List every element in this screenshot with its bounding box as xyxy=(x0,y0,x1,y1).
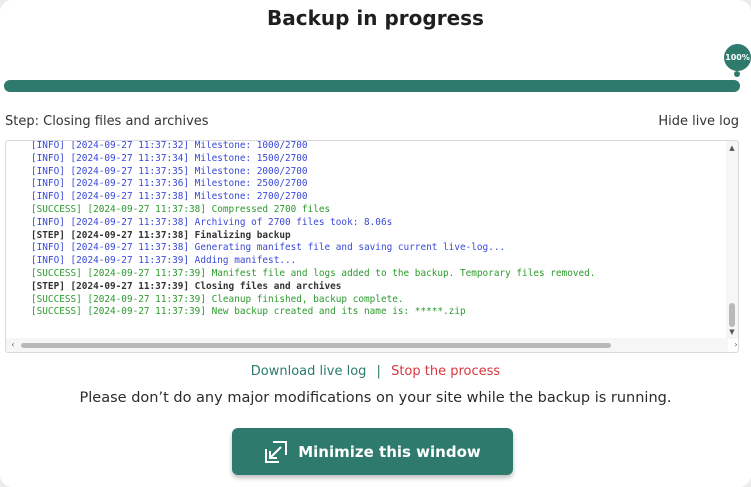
log-line: [SUCCESS] [2024-09-27 11:37:39] Cleanup … xyxy=(31,293,404,305)
log-line: [SUCCESS] [2024-09-27 11:37:39] Manifest… xyxy=(31,267,596,279)
minimize-button-label: Minimize this window xyxy=(298,442,481,461)
log-line: [INFO] [2024-09-27 11:37:35] Milestone: … xyxy=(31,165,308,177)
minimize-window-button[interactable]: Minimize this window xyxy=(232,428,513,475)
minimize-arrow-icon xyxy=(265,440,288,463)
stop-process-link[interactable]: Stop the process xyxy=(391,364,500,379)
log-actions: Download live log | Stop the process xyxy=(0,364,751,379)
log-line: [SUCCESS] [2024-09-27 11:37:39] New back… xyxy=(31,306,466,318)
download-live-log-link[interactable]: Download live log xyxy=(251,364,367,379)
horizontal-scroll-thumb[interactable] xyxy=(21,343,611,348)
scroll-right-icon[interactable]: › xyxy=(730,338,738,352)
live-log-panel[interactable]: [INFO] [2024-09-27 11:37:32] Milestone: … xyxy=(5,140,739,353)
current-step-text: Step: Closing files and archives xyxy=(5,114,209,129)
modal-title: Backup in progress xyxy=(267,6,484,30)
scroll-left-icon[interactable]: ‹ xyxy=(7,338,19,352)
log-line: [INFO] [2024-09-27 11:37:39] Adding mani… xyxy=(31,255,297,267)
log-line: [INFO] [2024-09-27 11:37:32] Milestone: … xyxy=(31,140,308,151)
log-line: [STEP] [2024-09-27 11:37:39] Closing fil… xyxy=(31,280,342,292)
hide-live-log-link[interactable]: Hide live log xyxy=(658,114,739,129)
backup-modal: Backup in progress 100% Step: Closing fi… xyxy=(0,0,751,487)
warning-message: Please don’t do any major modifications … xyxy=(79,390,672,406)
log-line: [INFO] [2024-09-27 11:37:38] Milestone: … xyxy=(31,191,308,203)
scroll-up-icon[interactable]: ▲ xyxy=(726,143,738,153)
links-separator: | xyxy=(376,364,381,379)
log-line: [INFO] [2024-09-27 11:37:34] Milestone: … xyxy=(31,152,308,164)
progress-bar-fill xyxy=(4,80,740,92)
log-line: [INFO] [2024-09-27 11:37:38] Generating … xyxy=(31,242,506,254)
scroll-down-icon[interactable]: ▼ xyxy=(726,327,738,337)
log-line: [INFO] [2024-09-27 11:37:36] Milestone: … xyxy=(31,178,308,190)
log-lines: [INFO] [2024-09-27 11:37:32] Milestone: … xyxy=(31,140,596,319)
log-line: [STEP] [2024-09-27 11:37:38] Finalizing … xyxy=(31,229,291,241)
horizontal-scrollbar[interactable]: ‹ › xyxy=(6,338,738,352)
progress-percent-badge: 100% xyxy=(724,44,751,71)
log-line: [SUCCESS] [2024-09-27 11:37:38] Compress… xyxy=(31,203,331,215)
progress-bar xyxy=(4,80,740,92)
vertical-scrollbar[interactable]: ▲ ▼ xyxy=(726,141,738,339)
log-line: [INFO] [2024-09-27 11:37:38] Archiving o… xyxy=(31,216,393,228)
vertical-scroll-thumb[interactable] xyxy=(729,303,735,327)
progress-marker-dot xyxy=(734,71,740,77)
